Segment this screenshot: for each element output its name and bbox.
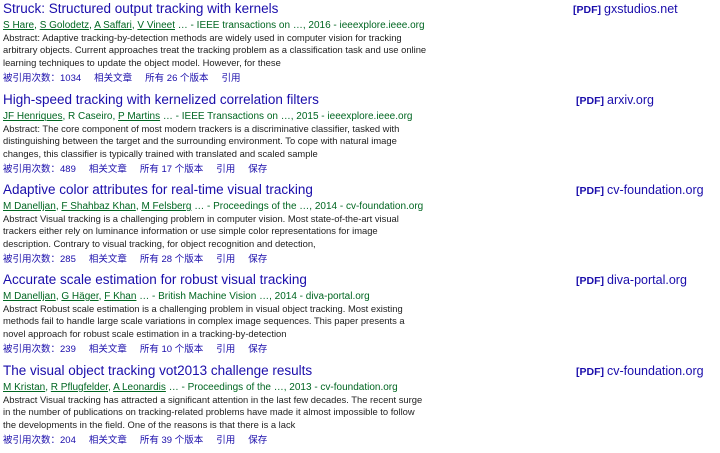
pdf-source: diva-portal.org	[607, 273, 687, 287]
result-authors: JF Henriques, R Caseiro, P Martins … - I…	[3, 111, 413, 122]
pdf-link[interactable]: [PDF] gxstudios.net	[573, 2, 678, 16]
pdf-tag: [PDF]	[573, 4, 601, 16]
related-articles-link[interactable]: 相关文章	[89, 435, 127, 446]
search-result: Accurate scale estimation for robust vis…	[3, 272, 720, 362]
pdf-link[interactable]: [PDF] cv-foundation.org	[576, 364, 704, 378]
result-abstract: Abstract Visual tracking has attracted a…	[3, 394, 423, 430]
result-authors: M Danelljan, G Häger, F Khan … - British…	[3, 291, 370, 302]
author-link[interactable]: JF Henriques	[3, 111, 62, 122]
result-abstract: Abstract: The core component of most mod…	[3, 123, 400, 159]
pdf-tag: [PDF]	[576, 366, 604, 378]
result-abstract: Abstract Visual tracking is a challengin…	[3, 213, 399, 249]
related-articles-link[interactable]: 相关文章	[89, 344, 127, 355]
result-actions: 被引用次数：1034 相关文章 所有 26 个版本 引用	[3, 70, 254, 84]
search-result: Struck: Structured output tracking with …	[3, 1, 720, 91]
result-actions: 被引用次数：204 相关文章 所有 39 个版本 引用 保存	[3, 432, 280, 446]
cite-link[interactable]: 引用	[216, 254, 235, 265]
save-link[interactable]: 保存	[248, 254, 267, 265]
result-venue: … - British Machine Vision …, 2014 - div…	[139, 291, 370, 302]
all-versions-link[interactable]: 所有 28 个版本	[140, 254, 203, 265]
cited-by-link[interactable]: 被引用次数：489	[3, 164, 76, 175]
cite-link[interactable]: 引用	[216, 344, 235, 355]
save-link[interactable]: 保存	[248, 435, 267, 446]
cited-by-link[interactable]: 被引用次数：1034	[3, 73, 81, 84]
result-authors: S Hare, S Golodetz, A Saffari, V Vineet …	[3, 20, 425, 31]
result-abstract: Abstract Robust scale estimation is a ch…	[3, 303, 405, 339]
result-venue: … - IEEE transactions on …, 2016 - ieeex…	[177, 20, 425, 31]
search-result: High-speed tracking with kernelized corr…	[3, 92, 720, 182]
pdf-tag: [PDF]	[576, 185, 604, 197]
result-title-link[interactable]: The visual object tracking vot2013 chall…	[3, 363, 312, 378]
search-result: Adaptive color attributes for real-time …	[3, 182, 720, 272]
author-link[interactable]: M Felsberg	[141, 201, 191, 212]
author-link[interactable]: M Danelljan	[3, 291, 56, 302]
pdf-source: cv-foundation.org	[607, 183, 704, 197]
result-venue: … - Proceedings of the …, 2014 - cv-foun…	[194, 201, 424, 212]
all-versions-link[interactable]: 所有 26 个版本	[145, 73, 208, 84]
result-abstract: Abstract: Adaptive tracking-by-detection…	[3, 32, 427, 68]
author-link[interactable]: F Shahbaz Khan	[61, 201, 136, 212]
author-link[interactable]: S Golodetz	[40, 20, 89, 31]
pdf-source: gxstudios.net	[604, 2, 678, 16]
save-link[interactable]: 保存	[248, 344, 267, 355]
all-versions-link[interactable]: 所有 39 个版本	[140, 435, 203, 446]
result-venue: … - IEEE Transactions on …, 2015 - ieeex…	[162, 111, 413, 122]
pdf-tag: [PDF]	[576, 275, 604, 287]
author-link[interactable]: A Saffari	[94, 20, 132, 31]
result-title-link[interactable]: High-speed tracking with kernelized corr…	[3, 92, 319, 107]
save-link[interactable]: 保存	[248, 164, 267, 175]
author-link[interactable]: M Danelljan	[3, 201, 56, 212]
result-actions: 被引用次数：489 相关文章 所有 17 个版本 引用 保存	[3, 161, 280, 175]
related-articles-link[interactable]: 相关文章	[94, 73, 132, 84]
pdf-link[interactable]: [PDF] arxiv.org	[576, 93, 654, 107]
search-result: The visual object tracking vot2013 chall…	[3, 363, 720, 453]
result-title-link[interactable]: Struck: Structured output tracking with …	[3, 1, 278, 16]
cite-link[interactable]: 引用	[216, 435, 235, 446]
result-title-link[interactable]: Accurate scale estimation for robust vis…	[3, 272, 307, 287]
cited-by-link[interactable]: 被引用次数：204	[3, 435, 76, 446]
result-authors: M Danelljan, F Shahbaz Khan, M Felsberg …	[3, 201, 424, 212]
pdf-tag: [PDF]	[576, 95, 604, 107]
pdf-source: arxiv.org	[607, 93, 655, 107]
author-link[interactable]: S Hare	[3, 20, 34, 31]
author-link[interactable]: V Vineet	[137, 20, 175, 31]
cite-link[interactable]: 引用	[216, 164, 235, 175]
author-link[interactable]: G Häger	[61, 291, 98, 302]
cite-link[interactable]: 引用	[222, 73, 241, 84]
cited-by-link[interactable]: 被引用次数：285	[3, 254, 76, 265]
result-venue: … - Proceedings of the …, 2013 - cv-foun…	[168, 382, 398, 393]
result-actions: 被引用次数：285 相关文章 所有 28 个版本 引用 保存	[3, 251, 280, 265]
all-versions-link[interactable]: 所有 10 个版本	[140, 344, 203, 355]
result-authors: M Kristan, R Pflugfelder, A Leonardis … …	[3, 382, 398, 393]
author-link[interactable]: M Kristan	[3, 382, 45, 393]
author-link[interactable]: R Pflugfelder	[51, 382, 108, 393]
pdf-link[interactable]: [PDF] cv-foundation.org	[576, 183, 704, 197]
result-actions: 被引用次数：239 相关文章 所有 10 个版本 引用 保存	[3, 341, 280, 355]
author-link[interactable]: P Martins	[118, 111, 160, 122]
author-link[interactable]: F Khan	[104, 291, 136, 302]
related-articles-link[interactable]: 相关文章	[89, 164, 127, 175]
cited-by-link[interactable]: 被引用次数：239	[3, 344, 76, 355]
author-link[interactable]: A Leonardis	[113, 382, 166, 393]
result-title-link[interactable]: Adaptive color attributes for real-time …	[3, 182, 313, 197]
pdf-link[interactable]: [PDF] diva-portal.org	[576, 273, 687, 287]
related-articles-link[interactable]: 相关文章	[89, 254, 127, 265]
pdf-source: cv-foundation.org	[607, 364, 704, 378]
all-versions-link[interactable]: 所有 17 个版本	[140, 164, 203, 175]
